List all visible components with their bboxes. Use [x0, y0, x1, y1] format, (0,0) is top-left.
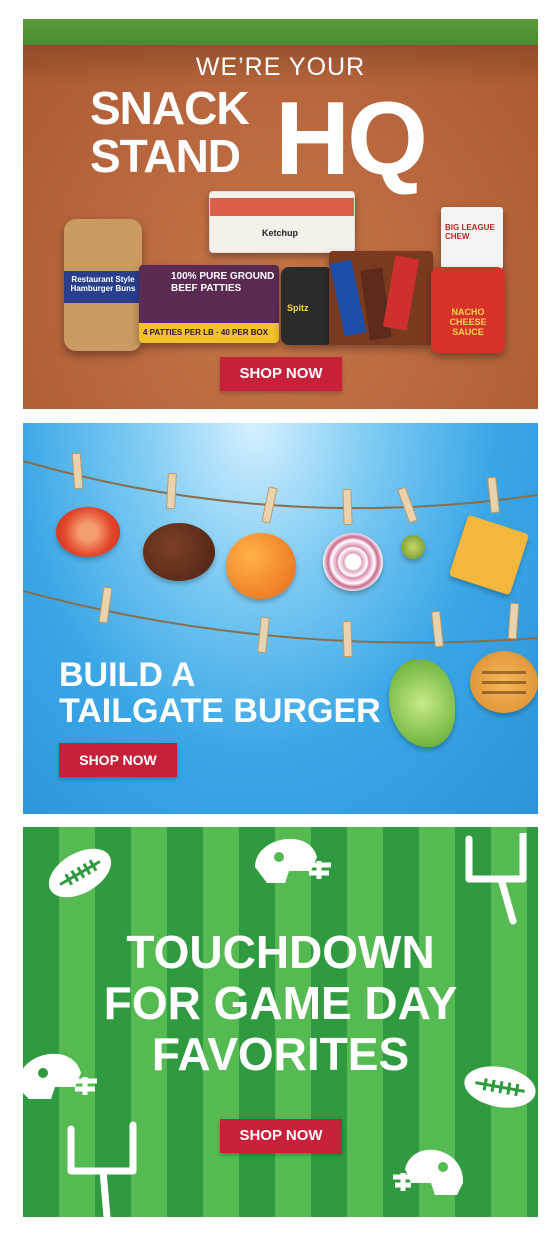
ketchup-stripe: [210, 198, 354, 216]
ketchup-label: Ketchup: [262, 228, 298, 238]
helmet-icon: [255, 838, 331, 883]
nacho-cheese-can: NACHO CHEESE SAUCE: [431, 267, 505, 353]
spitz-label: Spitz: [287, 303, 309, 313]
ketchup-box: Ketchup: [209, 191, 355, 253]
tailgate-title-line1: BUILD A: [59, 656, 196, 694]
goalpost-icon: [67, 1121, 137, 1217]
beef-patties-box: 100% PURE GROUND BEEF PATTIES 4 PATTIES …: [139, 265, 279, 343]
goalpost-icon: [465, 833, 527, 925]
cheese-slice-round: [226, 533, 296, 599]
banner-title-hq: HQ: [275, 81, 428, 197]
banner-pretitle: WE’RE YOUR: [195, 53, 366, 81]
outfield-grass: [23, 19, 538, 45]
shop-now-button[interactable]: SHOP NOW: [59, 743, 177, 777]
shop-now-button[interactable]: SHOP NOW: [220, 357, 342, 391]
bubble-gum-box: BIG LEAGUE CHEW: [441, 207, 503, 269]
banner-title-line1: SNACK: [90, 82, 250, 134]
gum-label: BIG LEAGUE CHEW: [445, 223, 495, 241]
burger-patty: [143, 523, 215, 581]
clothespin-icon: [342, 620, 353, 658]
patties-strip: 4 PATTIES PER LB · 40 PER BOX: [139, 323, 279, 343]
nacho-label: NACHO CHEESE SAUCE: [449, 307, 487, 337]
touchdown-banner[interactable]: TOUCHDOWN FOR GAME DAY FAVORITES SHOP NO…: [23, 827, 538, 1217]
touchdown-title-line3: FAVORITES: [151, 1028, 410, 1080]
touchdown-title-line2: FOR GAME DAY: [103, 977, 458, 1029]
spitz-seeds-bag: Spitz: [281, 267, 333, 345]
candy-variety-box: [329, 251, 433, 345]
grill-mark: [482, 671, 526, 674]
candy-bar: [382, 255, 420, 331]
pickle-slice: [401, 535, 425, 559]
patties-label: 100% PURE GROUND BEEF PATTIES: [171, 271, 275, 294]
grill-mark: [482, 681, 526, 684]
grilled-bun: [470, 651, 538, 713]
clothespin-icon: [166, 472, 177, 510]
clothespin-icon: [342, 488, 353, 526]
snack-stand-banner[interactable]: WE’RE YOUR SNACK STAND HQ Ketchup Restau…: [23, 19, 538, 409]
grill-mark: [482, 691, 526, 694]
tailgate-title: BUILD A TAILGATE BURGER: [59, 657, 381, 729]
buns-label: Restaurant Style Hamburger Buns: [70, 275, 136, 293]
banner-title-line2: STAND: [90, 130, 241, 182]
helmet-icon: [393, 1149, 464, 1195]
touchdown-title-line1: TOUCHDOWN: [126, 926, 435, 978]
shop-now-button[interactable]: SHOP NOW: [220, 1119, 342, 1153]
tailgate-title-line2: TAILGATE BURGER: [59, 692, 381, 730]
hamburger-buns-bag: Restaurant Style Hamburger Buns: [64, 219, 142, 351]
football-icon: [48, 848, 112, 898]
onion-slice: [323, 533, 383, 591]
tailgate-burger-banner[interactable]: BUILD A TAILGATE BURGER SHOP NOW: [23, 423, 538, 814]
patties-sub-label: 4 PATTIES PER LB · 40 PER BOX: [143, 328, 269, 337]
tomato-slice: [56, 507, 120, 557]
touchdown-title: TOUCHDOWN FOR GAME DAY FAVORITES: [23, 927, 538, 1080]
